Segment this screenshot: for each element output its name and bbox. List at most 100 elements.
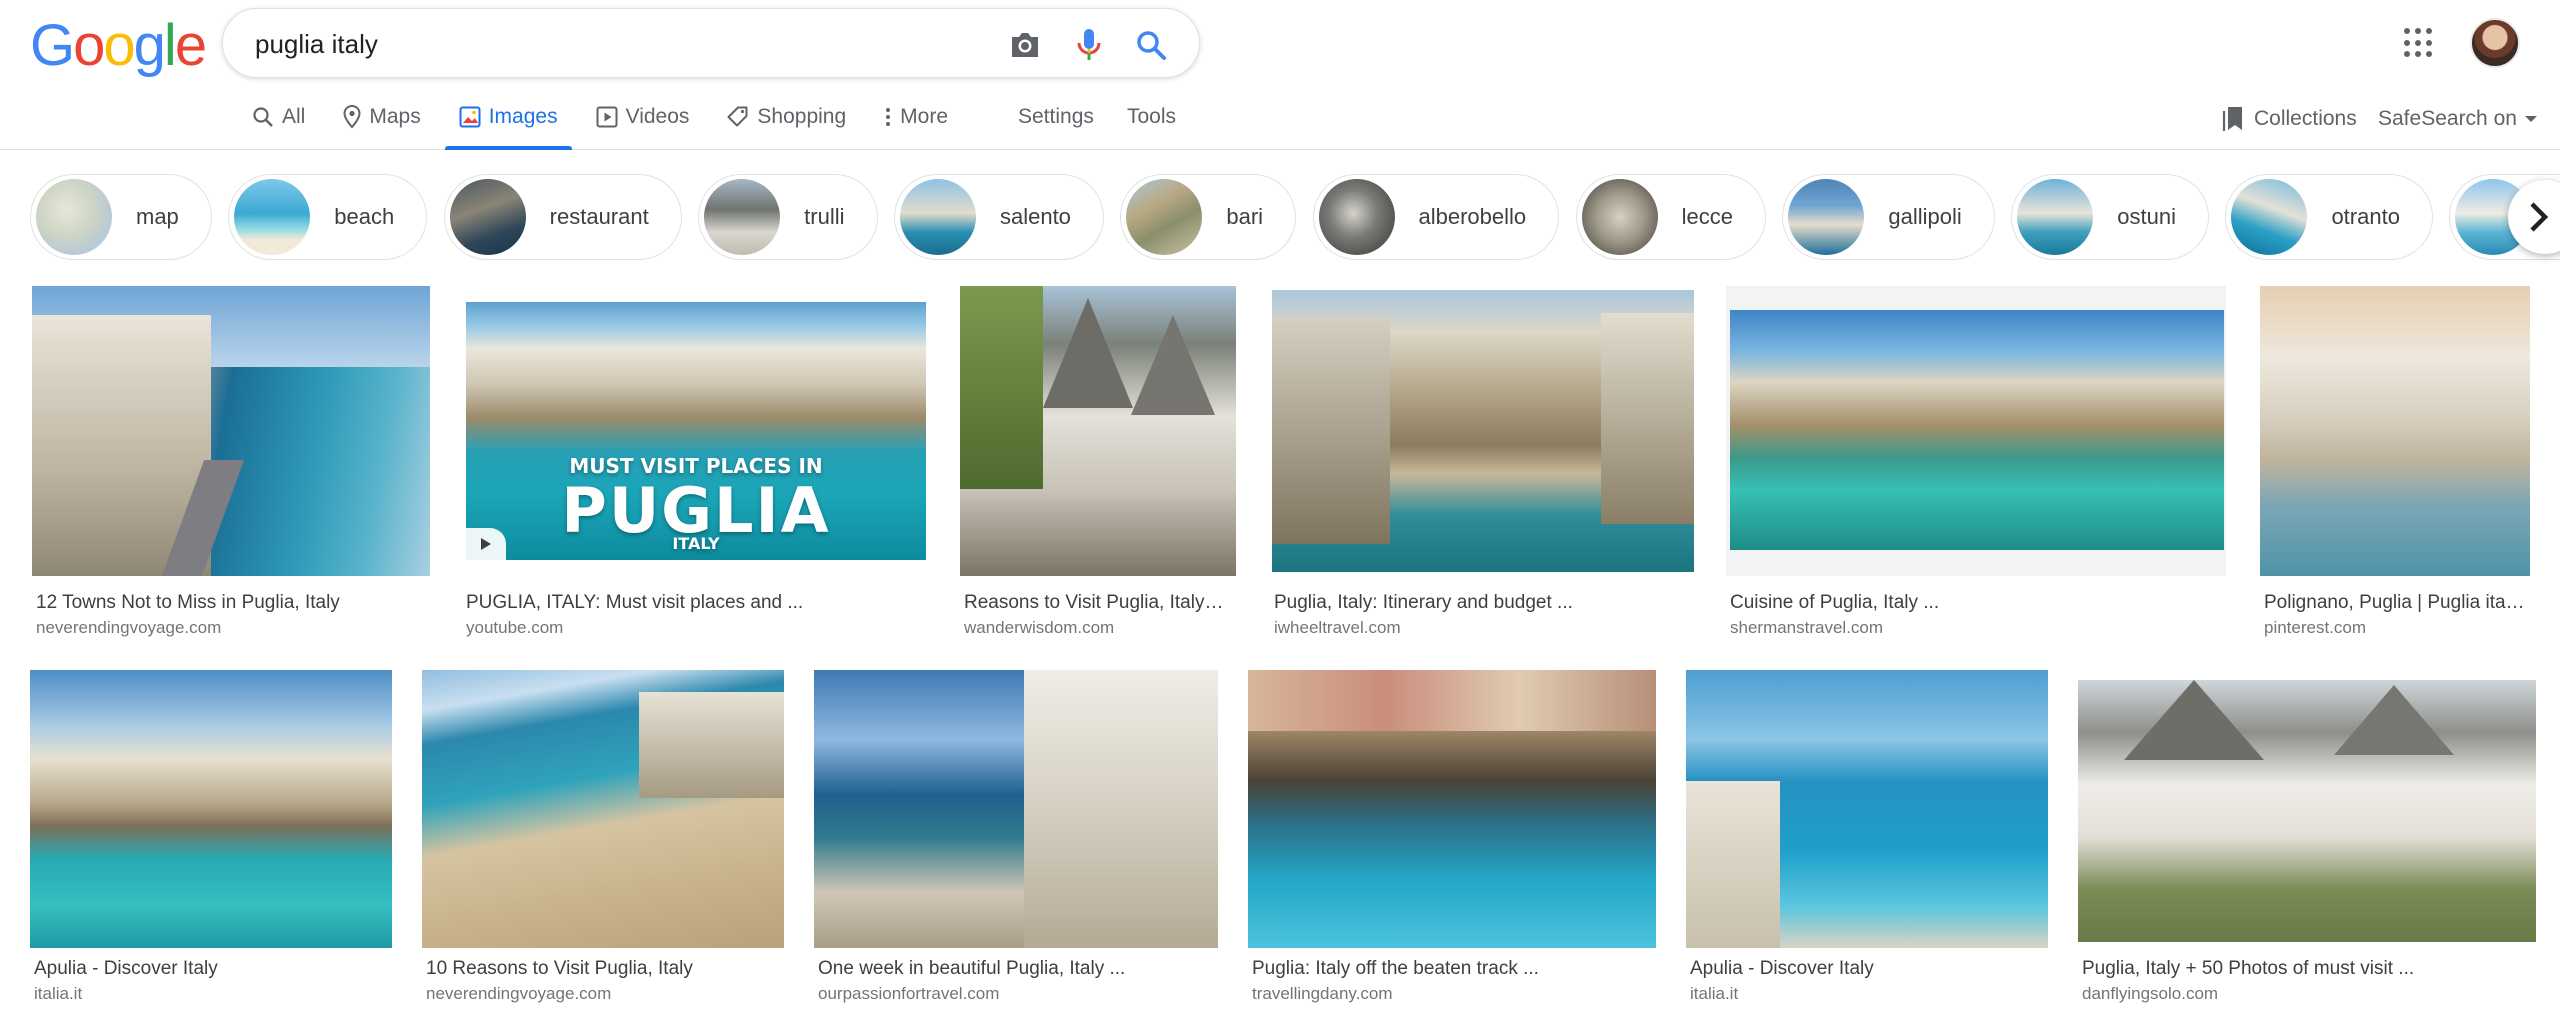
- chip-salento[interactable]: salento: [893, 174, 1104, 260]
- more-vert-icon: [886, 108, 891, 126]
- result-title[interactable]: 12 Towns Not to Miss in Puglia, Italy: [36, 592, 432, 614]
- result-title[interactable]: Puglia: Italy off the beaten track ...: [1252, 958, 1656, 980]
- result-title[interactable]: Polignano, Puglia | Puglia italy...: [2264, 592, 2528, 614]
- tab-settings[interactable]: Settings: [1018, 96, 1094, 138]
- chip-label: otranto: [2331, 204, 2400, 229]
- camera-icon[interactable]: [1005, 25, 1045, 65]
- image-result[interactable]: Puglia, Italy + 50 Photos of must visit …: [2078, 670, 2538, 1020]
- image-result[interactable]: 12 Towns Not to Miss in Puglia, Italy ne…: [32, 286, 432, 646]
- result-source[interactable]: danflyingsolo.com: [2082, 984, 2218, 1004]
- tab-maps[interactable]: Maps: [343, 96, 421, 150]
- result-title[interactable]: Apulia - Discover Italy: [34, 958, 390, 980]
- tab-more[interactable]: More: [884, 96, 948, 150]
- chip-map[interactable]: map: [30, 174, 212, 260]
- result-thumbnail[interactable]: [1686, 670, 2048, 948]
- chip-otranto[interactable]: otranto: [2225, 174, 2433, 260]
- play-icon: [466, 528, 506, 560]
- tab-images[interactable]: Images: [444, 96, 572, 150]
- result-thumbnail[interactable]: [960, 286, 1236, 576]
- result-source[interactable]: neverendingvoyage.com: [426, 984, 611, 1004]
- result-thumbnail[interactable]: [1726, 286, 2226, 576]
- result-source[interactable]: italia.it: [1690, 984, 1738, 1004]
- result-source[interactable]: travellingdany.com: [1252, 984, 1392, 1004]
- chip-gallipoli[interactable]: gallipoli: [1782, 174, 1995, 260]
- apps-grid-icon[interactable]: [2404, 28, 2434, 58]
- result-thumbnail[interactable]: [814, 670, 1218, 948]
- microphone-icon[interactable]: [1069, 25, 1109, 65]
- chip-label: ostuni: [2117, 204, 2176, 229]
- result-title[interactable]: Puglia, Italy + 50 Photos of must visit …: [2082, 958, 2532, 980]
- result-thumbnail[interactable]: [1248, 670, 1656, 948]
- result-source[interactable]: youtube.com: [466, 618, 563, 638]
- map-pin-icon: [343, 105, 361, 129]
- tab-label: Shopping: [757, 105, 847, 128]
- result-source[interactable]: italia.it: [34, 984, 82, 1004]
- result-title[interactable]: PUGLIA, ITALY: Must visit places and ...: [466, 592, 926, 614]
- result-title[interactable]: Apulia - Discover Italy: [1690, 958, 2046, 980]
- chip-bari[interactable]: bari: [1120, 174, 1297, 260]
- search-tabs: All Maps Images Videos Shopping More: [252, 96, 986, 150]
- chip-thumbnail: [2231, 179, 2308, 255]
- google-logo[interactable]: Google: [30, 12, 207, 79]
- image-result[interactable]: Puglia: Italy off the beaten track ... t…: [1248, 670, 1658, 1020]
- image-result[interactable]: 10 Reasons to Visit Puglia, Italy nevere…: [422, 670, 788, 1020]
- result-thumbnail[interactable]: MUST VISIT PLACES IN PUGLIA ITALY: [466, 302, 926, 560]
- result-title[interactable]: Reasons to Visit Puglia, Italy ...: [964, 592, 1224, 614]
- image-result[interactable]: Cuisine of Puglia, Italy ... shermanstra…: [1726, 286, 2226, 646]
- logo-letter: e: [174, 13, 207, 78]
- chip-alberobello[interactable]: alberobello: [1312, 174, 1560, 260]
- tab-tools[interactable]: Tools: [1127, 96, 1176, 138]
- tab-label: Maps: [369, 105, 421, 128]
- chip-thumbnail: [704, 179, 781, 255]
- image-result[interactable]: MUST VISIT PLACES IN PUGLIA ITALY PUGLIA…: [462, 286, 932, 646]
- result-thumbnail[interactable]: [422, 670, 784, 948]
- collections-link[interactable]: Collections: [2222, 98, 2357, 140]
- chip-trulli[interactable]: trulli: [698, 174, 878, 260]
- result-source[interactable]: iwheeltravel.com: [1274, 618, 1401, 638]
- result-thumbnail[interactable]: [2078, 680, 2536, 942]
- tag-icon: [727, 106, 748, 127]
- image-icon: [459, 106, 481, 128]
- chip-ostuni[interactable]: ostuni: [2011, 174, 2209, 260]
- avatar[interactable]: [2470, 18, 2520, 68]
- chip-label: beach: [334, 204, 395, 229]
- video-icon: [596, 106, 618, 128]
- result-source[interactable]: shermanstravel.com: [1730, 618, 1883, 638]
- result-source[interactable]: pinterest.com: [2264, 618, 2366, 638]
- header: Google All Maps Images Video: [0, 0, 2560, 150]
- safesearch-dropdown[interactable]: SafeSearch on: [2378, 98, 2539, 140]
- result-thumbnail[interactable]: [32, 286, 430, 576]
- result-source[interactable]: ourpassionfortravel.com: [818, 984, 999, 1004]
- logo-letter: l: [163, 13, 177, 78]
- image-result[interactable]: Polignano, Puglia | Puglia italy... pint…: [2256, 286, 2530, 646]
- image-result[interactable]: One week in beautiful Puglia, Italy ... …: [814, 670, 1220, 1020]
- bookmark-icon: [2222, 107, 2242, 131]
- tab-videos[interactable]: Videos: [596, 96, 690, 150]
- image-result[interactable]: Puglia, Italy: Itinerary and budget ... …: [1270, 286, 1700, 646]
- image-result[interactable]: Reasons to Visit Puglia, Italy ... wande…: [960, 286, 1240, 646]
- result-title[interactable]: One week in beautiful Puglia, Italy ...: [818, 958, 1218, 980]
- result-title[interactable]: Cuisine of Puglia, Italy ...: [1730, 592, 2220, 614]
- chip-restaurant[interactable]: restaurant: [443, 174, 682, 260]
- chip-beach[interactable]: beach: [228, 174, 428, 260]
- tab-shopping[interactable]: Shopping: [727, 96, 846, 150]
- result-thumbnail[interactable]: [30, 670, 392, 948]
- result-thumbnail[interactable]: [2260, 286, 2530, 576]
- tab-label: All: [282, 105, 306, 128]
- tab-all[interactable]: All: [252, 96, 305, 150]
- chip-label: gallipoli: [1888, 204, 1962, 229]
- tab-label: Videos: [625, 105, 690, 128]
- chip-label: salento: [999, 204, 1071, 229]
- chip-lecce[interactable]: lecce: [1575, 174, 1766, 260]
- image-result[interactable]: Apulia - Discover Italy italia.it: [30, 670, 396, 1020]
- search-icon: [253, 107, 273, 127]
- result-thumbnail[interactable]: [1272, 290, 1694, 572]
- result-source[interactable]: wanderwisdom.com: [964, 618, 1114, 638]
- search-input[interactable]: [255, 25, 955, 63]
- result-title[interactable]: 10 Reasons to Visit Puglia, Italy: [426, 958, 782, 980]
- result-title[interactable]: Puglia, Italy: Itinerary and budget ...: [1274, 592, 1694, 614]
- logo-letter: o: [103, 13, 135, 78]
- result-source[interactable]: neverendingvoyage.com: [36, 618, 221, 638]
- search-icon[interactable]: [1131, 25, 1171, 65]
- image-result[interactable]: Apulia - Discover Italy italia.it: [1686, 670, 2052, 1020]
